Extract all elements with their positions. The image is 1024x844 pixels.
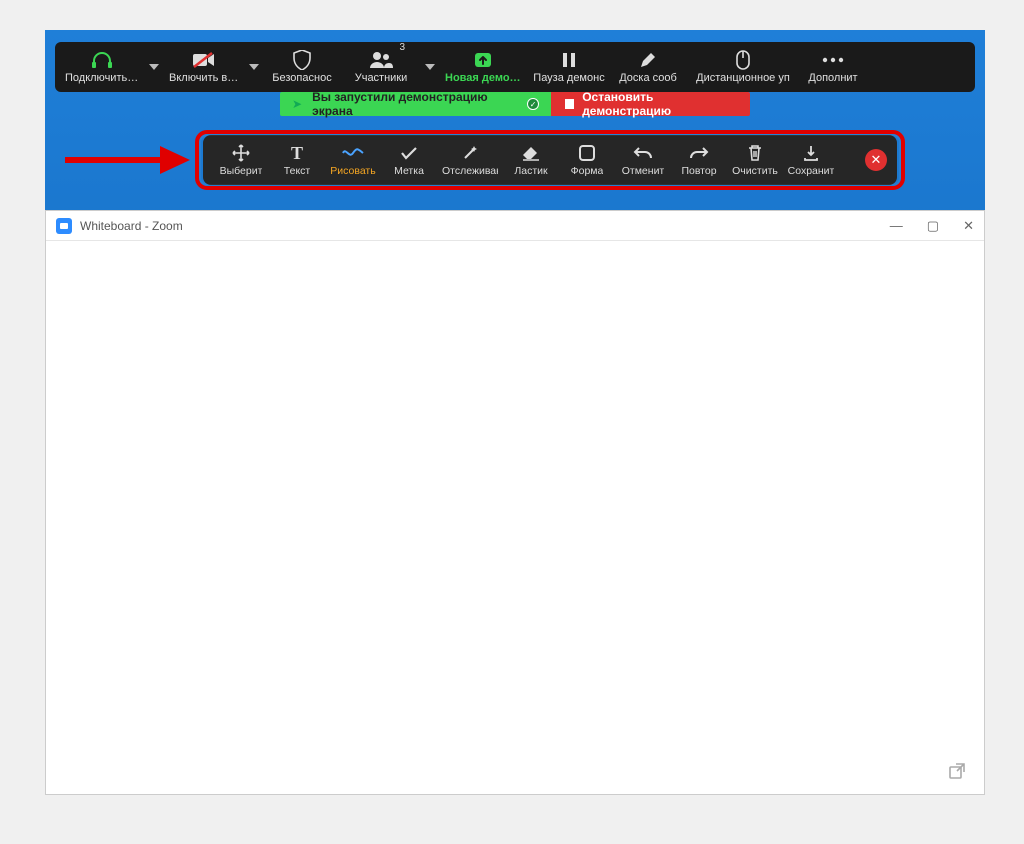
minimize-button[interactable]: — <box>890 218 903 234</box>
participants-button[interactable]: 3 Участники <box>341 42 421 92</box>
share-up-icon <box>472 50 494 70</box>
zoom-app-icon <box>56 218 72 234</box>
annotate-label: Доска сооб <box>619 72 677 84</box>
shield-icon <box>293 50 311 70</box>
share-notice-bar: ➤ Вы запустили демонстрацию экрана ✓ Ост… <box>280 92 750 116</box>
popout-icon[interactable] <box>948 762 966 780</box>
close-window-button[interactable]: ✕ <box>963 218 974 234</box>
new-share-label: Новая демонс <box>445 72 521 84</box>
new-share-button[interactable]: Новая демонс <box>439 42 527 92</box>
people-icon <box>369 50 393 70</box>
remote-control-button[interactable]: Дистанционное уп <box>685 42 801 92</box>
whiteboard-window: Whiteboard - Zoom — ▢ ✕ <box>45 210 985 795</box>
callout-arrow <box>65 148 195 170</box>
video-off-icon <box>192 50 216 70</box>
desktop-background: Подключить зв Включить вид Безопаснос 3 … <box>45 30 985 795</box>
audio-label: Подключить зв <box>65 72 139 84</box>
whiteboard-title: Whiteboard - Zoom <box>80 219 183 233</box>
more-button[interactable]: Дополнит <box>801 42 865 92</box>
security-button[interactable]: Безопаснос <box>263 42 341 92</box>
stop-share-button[interactable]: Остановить демонстрацию <box>551 92 750 116</box>
stop-icon <box>565 99 574 109</box>
maximize-button[interactable]: ▢ <box>927 218 939 234</box>
participants-count: 3 <box>399 42 405 53</box>
cursor-icon: ➤ <box>292 97 302 111</box>
more-icon <box>822 50 844 70</box>
pause-share-button[interactable]: Пауза демонс <box>527 42 611 92</box>
annotate-button[interactable]: Доска сооб <box>611 42 685 92</box>
remote-label: Дистанционное уп <box>696 72 790 84</box>
highlight-box <box>195 130 905 190</box>
audio-button[interactable]: Подключить зв <box>59 42 145 92</box>
mouse-icon <box>736 50 750 70</box>
main-toolbar: Подключить зв Включить вид Безопаснос 3 … <box>55 42 975 92</box>
video-label: Включить вид <box>169 72 239 84</box>
whiteboard-canvas[interactable] <box>46 241 984 794</box>
pencil-icon <box>639 50 657 70</box>
more-label: Дополнит <box>808 72 857 84</box>
video-button[interactable]: Включить вид <box>163 42 245 92</box>
headphones-icon <box>91 50 113 70</box>
video-dropdown[interactable] <box>245 64 263 70</box>
stop-share-label: Остановить демонстрацию <box>582 90 736 118</box>
participants-dropdown[interactable] <box>421 64 439 70</box>
participants-label: Участники <box>355 72 408 84</box>
security-label: Безопаснос <box>272 72 331 84</box>
share-started-text: Вы запустили демонстрацию экрана <box>312 90 517 118</box>
shield-check-icon: ✓ <box>527 98 538 110</box>
audio-dropdown[interactable] <box>145 64 163 70</box>
pause-share-label: Пауза демонс <box>533 72 604 84</box>
pause-icon <box>561 50 577 70</box>
share-started-notice: ➤ Вы запустили демонстрацию экрана ✓ <box>280 92 551 116</box>
whiteboard-titlebar[interactable]: Whiteboard - Zoom — ▢ ✕ <box>46 211 984 241</box>
